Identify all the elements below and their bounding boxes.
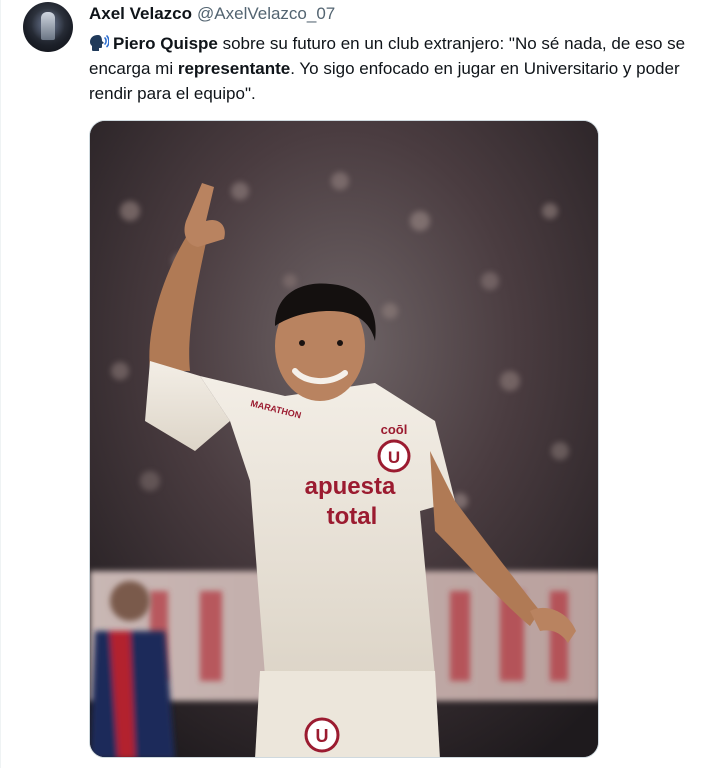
author-handle[interactable]: @AxelVelazco_07 (197, 4, 335, 24)
author-avatar[interactable] (23, 2, 73, 52)
tweet-text-bold-name[interactable]: Piero Quispe (113, 34, 218, 53)
player-photo-illustration: U U coōl MARATHON apuesta total (90, 121, 598, 757)
jersey-brand: coōl (381, 422, 408, 437)
svg-text:U: U (388, 448, 400, 467)
author-name[interactable]: Axel Velazco (89, 4, 192, 24)
tweet-card: Axel Velazco @AxelVelazco_07 Piero Quisp… (0, 0, 727, 768)
tweet-text-bold-word: representante (177, 59, 291, 78)
avatar-figure (41, 12, 55, 40)
jersey-sponsor-line2: total (327, 503, 378, 530)
tweet-header: Axel Velazco @AxelVelazco_07 (89, 4, 335, 26)
jersey-sponsor-line1: apuesta (305, 473, 396, 500)
speaking-head-icon (90, 35, 109, 51)
tweet-text: Piero Quispe sobre su futuro en un club … (89, 31, 709, 106)
tweet-photo[interactable]: U U coōl MARATHON apuesta total (89, 120, 599, 758)
svg-text:U: U (316, 726, 329, 746)
